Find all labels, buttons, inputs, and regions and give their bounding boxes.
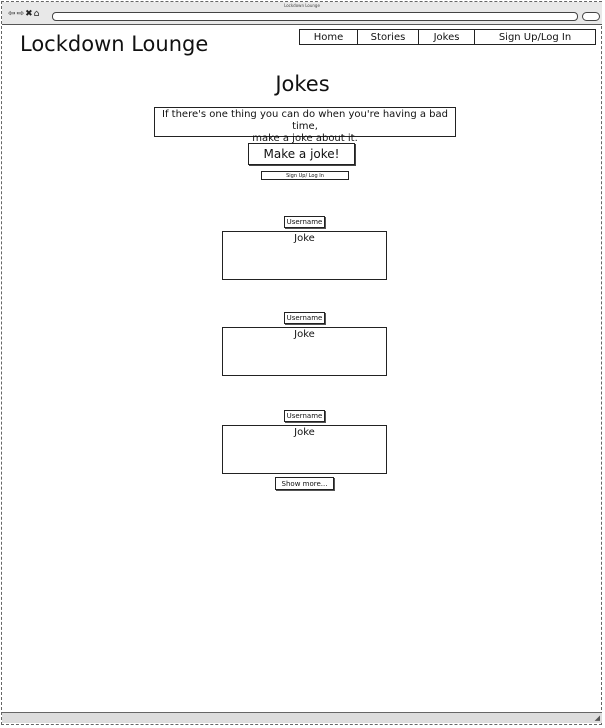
site-title: Lockdown Lounge [20,32,209,56]
tagline-line-1: If there's one thing you can do when you… [162,109,448,132]
browser-nav-icons[interactable]: ⇦⇨✖⌂ [8,9,40,19]
search-icon[interactable] [582,12,600,21]
post-username[interactable]: Username [284,410,325,422]
joke-card: Joke [222,231,387,280]
post-username[interactable]: Username [284,216,325,228]
nav-stories[interactable]: Stories [358,30,419,44]
nav-signup-login[interactable]: Sign Up/Log In [475,30,595,44]
page-heading: Jokes [275,72,330,96]
top-nav: Home Stories Jokes Sign Up/Log In [299,29,596,45]
make-joke-button[interactable]: Make a joke! [248,143,355,165]
nav-jokes[interactable]: Jokes [419,30,475,44]
post-username[interactable]: Username [284,312,325,324]
status-bar: ◢ [2,712,602,723]
joke-card: Joke [222,327,387,376]
browser-chrome: Lockdown Lounge ⇦⇨✖⌂ [2,2,602,25]
joke-text: Joke [294,427,315,438]
joke-card: Joke [222,425,387,474]
show-more-button[interactable]: Show more... [275,477,334,490]
signup-login-link[interactable]: Sign Up/ Log In [261,171,349,180]
nav-home[interactable]: Home [300,30,358,44]
tagline-box: If there's one thing you can do when you… [154,107,456,144]
joke-text: Joke [294,329,315,340]
resize-grip-icon[interactable]: ◢ [595,714,600,722]
window-title: Lockdown Lounge [284,3,320,8]
address-bar[interactable] [52,12,578,21]
joke-text: Joke [294,233,315,244]
